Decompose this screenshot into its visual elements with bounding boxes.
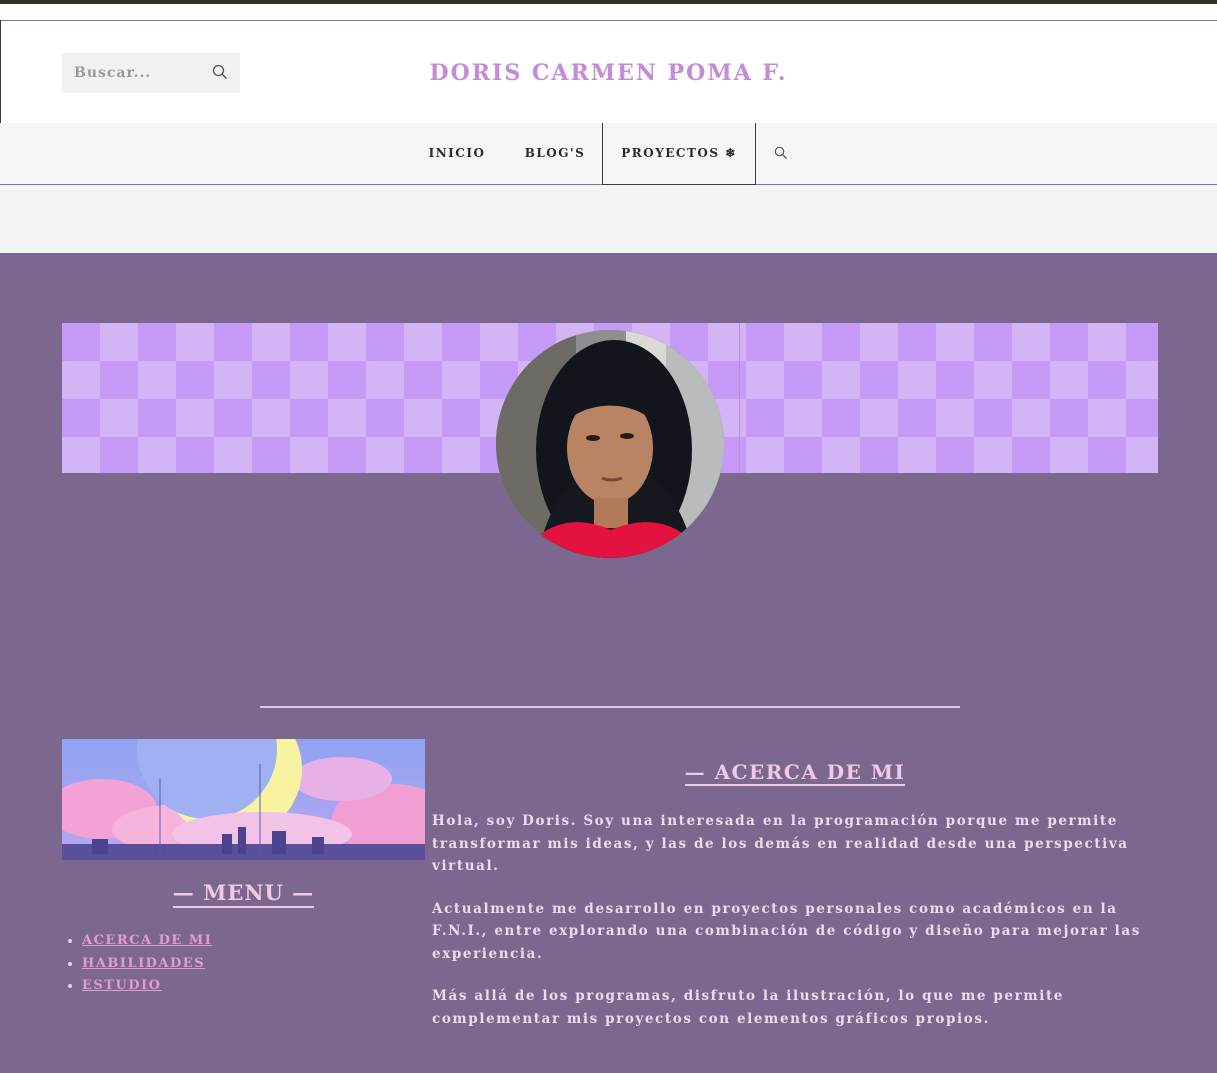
top-accent-bar (0, 0, 1217, 4)
menu-link-estudio[interactable]: ESTUDIO (82, 978, 162, 993)
nav-item-proyectos[interactable]: PROYECTOS ❄ (602, 123, 756, 185)
about-heading-text: — ACERCA DE MI (684, 760, 906, 786)
menu-link-acerca-de-mi[interactable]: ACERCA DE MI (82, 933, 212, 948)
nav-item-inicio[interactable]: INICIO (420, 123, 494, 184)
header-spacer (0, 185, 1217, 253)
site-title[interactable]: DORIS CARMEN POMA F. (0, 60, 1217, 86)
list-item: ESTUDIO (82, 975, 212, 998)
sidebar-moon-illustration (62, 739, 425, 860)
about-paragraph-3: Más allá de los programas, disfruto la i… (432, 988, 1064, 1027)
nav-item-blogs[interactable]: BLOG'S (516, 123, 594, 184)
profile-avatar (496, 330, 724, 558)
banner-seam (739, 323, 740, 473)
main-navigation: INICIO BLOG'S PROYECTOS ❄ (0, 123, 1217, 185)
menu-link-habilidades[interactable]: HABILIDADES (82, 956, 205, 971)
about-body: Hola, soy Doris. Soy una interesada en l… (432, 810, 1158, 1050)
sidebar-menu-title-text: — MENU — (172, 880, 315, 908)
list-item: ACERCA DE MI (82, 930, 212, 953)
list-item: HABILIDADES (82, 953, 212, 976)
header-top-border (0, 20, 1217, 21)
sidebar-menu-title: — MENU — (62, 880, 425, 908)
about-heading: — ACERCA DE MI (432, 760, 1158, 786)
sidebar-menu-list: ACERCA DE MI HABILIDADES ESTUDIO (62, 930, 212, 998)
about-paragraph-2: Actualmente me desarrollo en proyectos p… (432, 900, 1141, 962)
section-divider (260, 706, 960, 708)
nav-search-icon[interactable] (774, 145, 788, 164)
about-paragraph-1: Hola, soy Doris. Soy una interesada en l… (432, 813, 1129, 874)
